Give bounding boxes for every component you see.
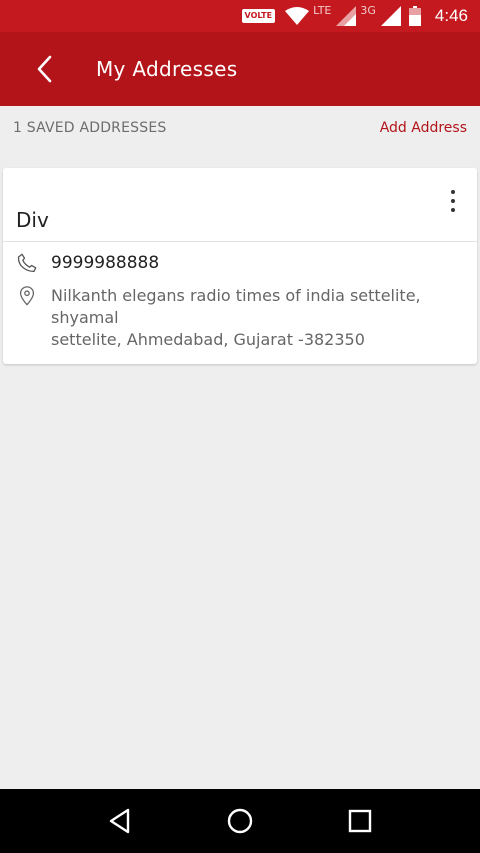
recents-square-icon — [348, 809, 372, 833]
phone-number: 9999988888 — [51, 253, 160, 273]
address-line-3: settelite, Ahmedabad, Gujarat -382350 — [51, 330, 365, 349]
battery-icon — [408, 6, 421, 26]
address-card-header: Div — [3, 168, 477, 242]
signal-lte-icon — [336, 6, 357, 26]
nav-home-button[interactable] — [216, 797, 264, 845]
address-line-2: shyamal — [51, 308, 119, 327]
address-phone-row: 9999988888 — [16, 252, 159, 274]
addresses-header: 1 SAVED ADDRESSES Add Address — [0, 106, 480, 150]
address-card[interactable]: Div 9999988888 Nilkanth elegans radio ti… — [3, 168, 477, 364]
lte-label: LTE — [313, 3, 332, 17]
nav-recents-button[interactable] — [336, 797, 384, 845]
app-bar: My Addresses — [0, 32, 480, 106]
address-location-row: Nilkanth elegans radio times of india se… — [16, 285, 461, 351]
network-3g-label: 3G — [360, 3, 376, 17]
page-title: My Addresses — [96, 57, 238, 81]
wifi-icon — [285, 7, 310, 25]
status-bar: VOLTE LTE 3G 4:46 — [0, 0, 480, 32]
address-name: Div — [16, 208, 49, 232]
nav-back-button[interactable] — [96, 797, 144, 845]
more-vert-icon-dot — [451, 208, 455, 212]
saved-addresses-count: 1 SAVED ADDRESSES — [13, 120, 167, 136]
address-text: Nilkanth elegans radio times of india se… — [51, 285, 461, 351]
back-triangle-icon — [109, 808, 130, 834]
back-button[interactable] — [16, 41, 72, 97]
more-options-button[interactable] — [441, 190, 465, 212]
volte-badge: VOLTE — [241, 9, 276, 23]
clock: 4:46 — [434, 6, 468, 25]
add-address-button[interactable]: Add Address — [380, 120, 467, 136]
more-vert-icon-dot — [451, 199, 455, 203]
location-pin-icon — [19, 286, 35, 306]
address-line-1: Nilkanth elegans radio times of india se… — [51, 286, 421, 305]
system-nav-bar — [0, 789, 480, 853]
home-circle-icon — [227, 808, 253, 834]
phone-icon — [17, 253, 37, 273]
signal-3g-icon — [380, 6, 401, 26]
chevron-left-icon — [37, 55, 52, 83]
more-vert-icon-dot — [451, 190, 455, 194]
